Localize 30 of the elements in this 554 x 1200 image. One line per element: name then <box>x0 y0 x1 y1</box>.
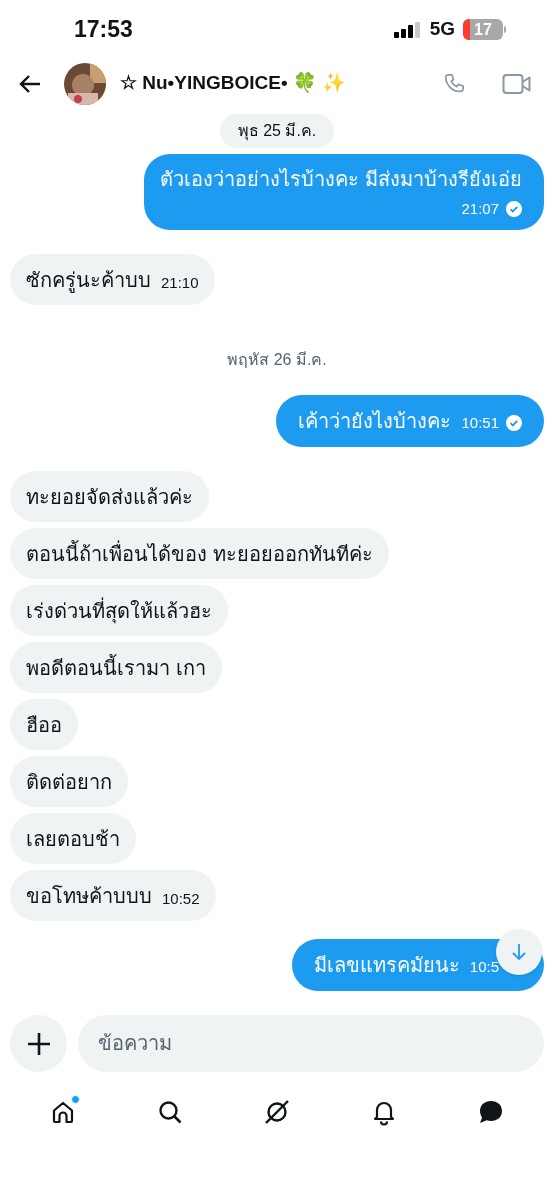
arrow-down-icon <box>511 943 527 962</box>
message-text: ตัวเองว่าอย่างไรบ้างคะ มีส่งมาบ้างรียังเอ่ย <box>160 166 522 192</box>
message-text: ตอนนี้ถ้าเพื่อนได้ของ ทะยอยออกทันทีค่ะ <box>26 539 373 567</box>
message-time: 10:51 <box>461 413 499 434</box>
network-label: 5G <box>429 17 455 42</box>
message-text: เลยตอบช้า <box>26 826 120 852</box>
message-text: ขอโทษค้าบบบ <box>26 883 152 909</box>
message-text: เค้าว่ายังไงบ้างคะ <box>298 409 452 435</box>
video-call-icon[interactable] <box>502 71 532 96</box>
plus-icon <box>26 1031 51 1056</box>
signal-icon <box>393 21 422 38</box>
message-time: 10:52 <box>162 888 200 909</box>
message-text: ซักครู่นะค้าบบ <box>26 267 151 295</box>
avatar[interactable] <box>64 62 106 105</box>
message-text: เร่งด่วนที่สุดให้แล้วฮะ <box>26 596 212 626</box>
message-text: ทะยอยจัดส่งแล้วค่ะ <box>26 484 193 510</box>
message-text: พอดีตอนนี้เรามา เกา <box>26 653 206 681</box>
message-text: ติดต่อยาก <box>26 769 112 795</box>
message-text: ฮืออ <box>26 712 62 738</box>
message-text: มีเลขแทรคมัยนะ <box>313 953 460 979</box>
message-time: 21:10 <box>161 272 199 293</box>
date-label: พฤหัส 26 มี.ค. <box>226 350 328 371</box>
status-time: 17:53 <box>74 15 133 45</box>
message-input-field[interactable]: ข้อความ <box>78 1015 544 1073</box>
contact-name[interactable]: ☆ Nu•YINGBOICE• 🍀 ✨ <box>120 69 347 98</box>
message-time: 10:5 <box>469 957 499 978</box>
back-icon[interactable] <box>18 73 42 94</box>
message-time: 21:07 <box>461 198 499 219</box>
date-label: พุธ 25 มี.ค. <box>219 113 335 148</box>
battery-indicator: 17 <box>463 19 506 41</box>
